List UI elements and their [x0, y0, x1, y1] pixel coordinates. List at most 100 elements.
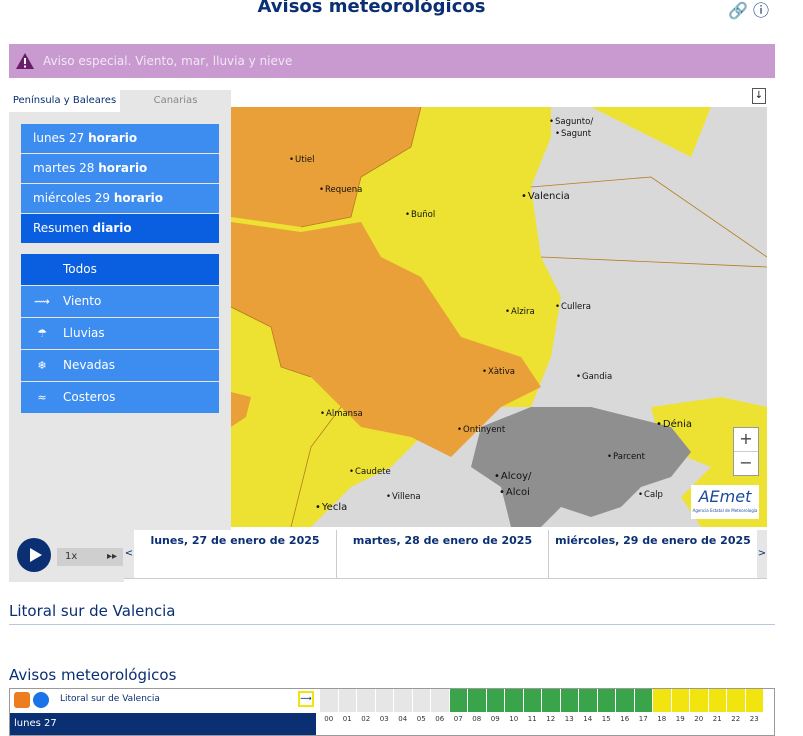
hour-level-cell	[468, 689, 486, 712]
timeline-day[interactable]: miércoles, 29 de enero de 2025	[548, 530, 757, 578]
warnings-map[interactable]: Sagunto/ Sagunt Utiel Requena Valencia B…	[231, 107, 767, 527]
hour-label: 16	[620, 715, 630, 723]
hour-label: 04	[398, 715, 408, 723]
day-label: martes 28	[33, 161, 99, 175]
filter-todos[interactable]: Todos	[21, 254, 219, 285]
hour-level-cell	[560, 689, 578, 712]
city-label: Yecla	[315, 502, 347, 513]
timeline-day[interactable]: martes, 28 de enero de 2025	[336, 530, 548, 578]
hour-label: 00	[324, 715, 334, 723]
filter-costeros[interactable]: ≈ Costeros	[21, 382, 219, 413]
play-button[interactable]	[17, 538, 51, 572]
city-label: Valencia	[521, 191, 570, 202]
filter-lluvias[interactable]: ☂ Lluvias	[21, 318, 219, 349]
hour-label: 20	[694, 715, 704, 723]
snow-icon: ❄	[37, 359, 47, 372]
filter-label: Nevadas	[63, 358, 116, 372]
timeline-prev-button[interactable]: <	[124, 530, 134, 578]
zone-title: Litoral sur de Valencia	[9, 602, 176, 620]
filter-label: Viento	[63, 294, 102, 308]
hour-label: 08	[472, 715, 482, 723]
hour-level-cell	[616, 689, 634, 712]
hour-label: 17	[638, 715, 648, 723]
city-label: Xàtiva	[482, 367, 515, 377]
hour-label: 15	[601, 715, 611, 723]
city-label: Alcoy/	[494, 471, 532, 482]
download-icon[interactable]: ↓	[752, 88, 766, 104]
hour-label: 22	[731, 715, 741, 723]
hour-level-cell	[357, 689, 375, 712]
hour-label: 09	[490, 715, 500, 723]
aemet-logo: AEmet Agencia Estatal de Meteorología	[691, 485, 759, 519]
fast-forward-icon[interactable]: ▸▸	[107, 548, 117, 566]
city-label: Almansa	[320, 409, 363, 419]
day-mode: diario	[92, 221, 132, 235]
map-canvas	[231, 107, 767, 527]
hour-level-cell	[727, 689, 745, 712]
hour-label: 06	[435, 715, 445, 723]
link-icon[interactable]: 🔗	[728, 1, 748, 20]
hour-level-cell	[375, 689, 393, 712]
speed-control[interactable]: 1x ▸▸	[57, 548, 123, 566]
special-warning-banner[interactable]: Aviso especial. Viento, mar, lluvia y ni…	[9, 44, 775, 78]
filter-label: Lluvias	[63, 326, 105, 340]
hour-label: 01	[342, 715, 352, 723]
tab-peninsula[interactable]: Península y Baleares	[9, 90, 120, 112]
city-label: Requena	[319, 185, 362, 195]
city-label: Sagunt	[555, 129, 591, 139]
zoom-control: + −	[733, 427, 759, 476]
tab-canarias[interactable]: Canarias	[120, 90, 231, 112]
hour-level-cell	[412, 689, 430, 712]
city-label: Sagunto/	[549, 117, 593, 127]
logo-text: AEmet	[698, 487, 752, 506]
hour-level-cell	[690, 689, 708, 712]
day-label: miércoles 29	[33, 191, 114, 205]
hour-level-cell	[579, 689, 597, 712]
day-lunes-27[interactable]: lunes 27 horario	[21, 124, 219, 153]
hour-label: 13	[564, 715, 574, 723]
day-miercoles-29[interactable]: miércoles 29 horario	[21, 184, 219, 213]
header-icons: 🔗 ⓘ	[728, 0, 769, 21]
hour-label: 02	[361, 715, 371, 723]
filter-label: Todos	[63, 262, 97, 276]
hour-label: 10	[509, 715, 519, 723]
hour-label: 19	[675, 715, 685, 723]
hour-level-cell	[431, 689, 449, 712]
filter-nevadas[interactable]: ❄ Nevadas	[21, 350, 219, 381]
hour-level-cell	[671, 689, 689, 712]
hour-label: 18	[657, 715, 667, 723]
rss-icon[interactable]	[14, 692, 30, 708]
city-label: Cullera	[555, 302, 591, 312]
timeline-day[interactable]: lunes, 27 de enero de 2025	[134, 530, 336, 578]
hour-level-cell	[597, 689, 615, 712]
city-label: Caudete	[349, 467, 391, 477]
hour-level-cell	[708, 689, 726, 712]
city-label: Villena	[386, 492, 421, 502]
city-label: Calp	[638, 490, 663, 500]
city-label: Gandia	[576, 372, 612, 382]
hour-label: 12	[546, 715, 556, 723]
city-label: Buñol	[405, 210, 435, 220]
hour-label: 05	[416, 715, 426, 723]
timeline-next-button[interactable]: >	[757, 530, 767, 578]
zoom-in-button[interactable]: +	[734, 428, 758, 451]
warning-icon	[16, 53, 34, 69]
speed-value: 1x	[65, 551, 78, 562]
zoom-out-button[interactable]: −	[734, 451, 758, 475]
day-resumen-diario[interactable]: Resumen diario	[21, 214, 219, 243]
info-icon[interactable]: ⓘ	[753, 1, 769, 20]
zone-link[interactable]: Litoral sur de Valencia	[60, 694, 160, 704]
day-martes-28[interactable]: martes 28 horario	[21, 154, 219, 183]
blank-icon	[21, 254, 63, 285]
city-label: Ontinyent	[457, 425, 505, 435]
rss-feed-icon[interactable]	[33, 692, 49, 708]
city-label: Alzira	[505, 307, 535, 317]
hour-level-cell	[745, 689, 763, 712]
day-row-label: lunes 27	[10, 713, 316, 735]
city-label: Alcoi	[499, 487, 530, 498]
region-tabs: Península y Baleares Canarias	[9, 90, 231, 112]
hour-label: 07	[453, 715, 463, 723]
hour-label: 23	[749, 715, 759, 723]
filter-viento[interactable]: ⟿ Viento	[21, 286, 219, 317]
rain-icon: ☂	[37, 327, 47, 340]
